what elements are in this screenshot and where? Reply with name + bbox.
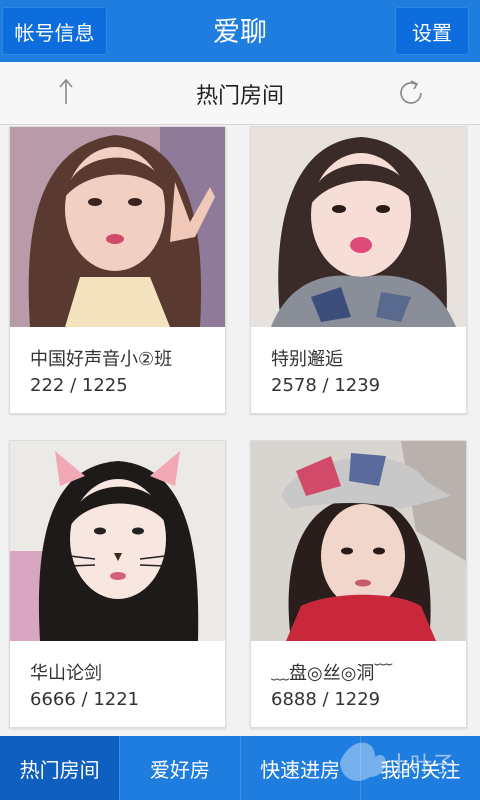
room-name: 中国好声音小②班 <box>30 349 173 370</box>
room-stats: 222 / 1225 <box>30 375 128 396</box>
room-photo <box>251 441 466 641</box>
bottom-tab-bar: 热门房间 爱好房 快速进房 我的关注 <box>0 736 480 800</box>
settings-button[interactable]: 设置 <box>395 7 469 55</box>
room-card[interactable]: 中国好声音小②班 222 / 1225 <box>9 126 226 414</box>
room-name: ﹏盘◎丝◎洞﹋ <box>271 663 393 684</box>
room-stats: 2578 / 1239 <box>271 375 381 396</box>
room-name: 特别邂逅 <box>271 349 343 370</box>
tab-quick-enter[interactable]: 快速进房 <box>239 736 360 800</box>
room-photo <box>10 441 225 641</box>
room-card[interactable]: 特别邂逅 2578 / 1239 <box>250 126 467 414</box>
room-photo <box>10 127 225 327</box>
room-card[interactable]: 华山论剑 6666 / 1221 <box>9 440 226 728</box>
refresh-icon[interactable] <box>396 78 426 108</box>
room-card[interactable]: ﹏盘◎丝◎洞﹋ 6888 / 1229 <box>250 440 467 728</box>
top-bar: 帐号信息 爱聊 设置 <box>0 0 480 62</box>
tab-hobby-rooms[interactable]: 爱好房 <box>119 736 239 800</box>
room-name: 华山论剑 <box>30 663 102 684</box>
room-photo <box>251 127 466 327</box>
tab-hot-rooms[interactable]: 热门房间 <box>0 736 120 800</box>
room-stats: 6888 / 1229 <box>271 689 381 710</box>
room-stats: 6666 / 1221 <box>30 689 140 710</box>
section-header: 热门房间 <box>0 62 480 125</box>
tab-my-follows[interactable]: 我的关注 <box>359 736 480 800</box>
